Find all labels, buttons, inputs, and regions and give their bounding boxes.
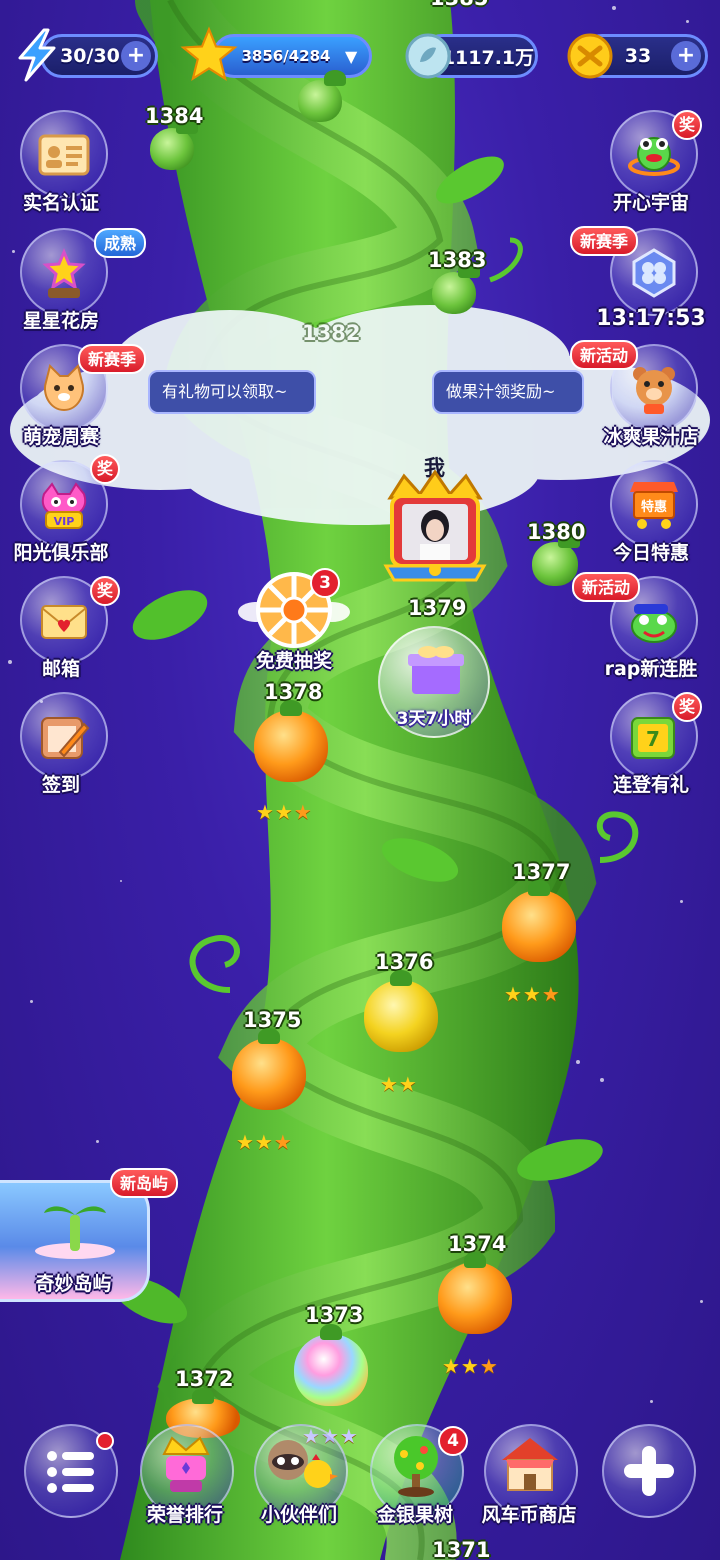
locked-gift-bubble[interactable]: 3天7小时 [378, 626, 490, 738]
level-node[interactable] [232, 1028, 306, 1110]
game-screen: 30/30 + 3856/4284 ▼ 1117.1万 33 + 1385 13… [0, 0, 720, 1560]
silver-coin-icon [405, 33, 451, 79]
menu-label: 实名认证 [22, 192, 99, 214]
star-icon [180, 26, 238, 81]
chevron-down-icon[interactable]: ▼ [345, 47, 369, 66]
mail-icon [41, 605, 87, 639]
plus-icon [624, 1446, 674, 1496]
level-node[interactable] [150, 118, 198, 170]
reward-badge: 奖 [672, 692, 702, 722]
flower-pot-icon [42, 248, 86, 298]
palm-island-icon [35, 1206, 115, 1259]
menu-label: 签到 [41, 774, 80, 796]
lottery-count-badge: 3 [310, 568, 340, 598]
level-stars: ★★★ [256, 800, 313, 824]
daily-deal-button[interactable]: 特惠 今日特惠 [596, 460, 706, 570]
lightning-icon [18, 28, 56, 82]
clover-emblem-icon [632, 248, 676, 298]
level-node[interactable] [502, 880, 576, 962]
shop-house-icon [502, 1438, 558, 1491]
lottery-label: 免费抽奖 [255, 650, 332, 672]
crown-trophy-icon [162, 1436, 210, 1492]
level-node[interactable] [438, 1252, 512, 1334]
menu-label: 阳光俱乐部 [13, 542, 109, 564]
calendar-seven-icon: 7 [631, 717, 675, 759]
gift-hint-bubble: 有礼物可以领取~ [148, 370, 316, 414]
gift-timer: 3天7小时 [396, 709, 472, 729]
ripe-badge: 成熟 [94, 228, 147, 258]
gift-box-icon [408, 646, 464, 694]
level-node[interactable] [294, 1324, 368, 1406]
island-label: 奇妙岛屿 [35, 1273, 112, 1295]
real-name-verify-button[interactable]: 实名认证 [6, 110, 116, 220]
new-season-badge: 新赛季 [570, 226, 639, 256]
player-avatar[interactable] [382, 469, 488, 584]
notification-dot [96, 1432, 114, 1450]
level-stars: ★★★ [236, 1130, 293, 1154]
wonder-island-button[interactable]: 奇妙岛屿 [0, 1180, 150, 1302]
menu-label: 今日特惠 [612, 542, 689, 564]
level-stars: ★★ [380, 1072, 418, 1096]
level-node[interactable] [532, 532, 580, 586]
juice-hint-bubble: 做果汁领奖励~ [432, 370, 584, 414]
level-number: 1385 [430, 0, 488, 10]
level-number: 1379 [408, 596, 467, 620]
friends-button[interactable]: 小伙伴们 [244, 1420, 354, 1530]
day-seven-text: 7 [646, 727, 660, 751]
reward-badge: 奖 [672, 110, 702, 140]
windmill-coin-shop-button[interactable]: 风车币商店 [474, 1420, 584, 1530]
menu-label: 开心宇宙 [612, 192, 689, 214]
bottom-label: 小伙伴们 [260, 1504, 337, 1526]
level-number: 1384 [145, 104, 204, 128]
vip-text: VIP [54, 515, 75, 528]
deal-sign-text: 特惠 [641, 499, 667, 515]
level-node[interactable] [364, 970, 438, 1052]
list-icon [47, 1451, 94, 1493]
check-in-button[interactable]: 签到 [6, 692, 116, 802]
new-event-badge: 新活动 [570, 340, 639, 370]
level-number: 1383 [428, 248, 487, 272]
add-gold-button[interactable]: + [671, 41, 701, 71]
menu-label: rap新连胜 [604, 658, 698, 680]
frog-rapper-icon [631, 604, 677, 643]
level-node[interactable] [298, 70, 346, 122]
add-button[interactable] [592, 1420, 702, 1530]
honor-ranking-button[interactable]: 荣誉排行 [130, 1420, 240, 1530]
level-node[interactable] [432, 262, 480, 314]
menu-label: 冰爽果汁店 [603, 426, 699, 448]
bottom-label: 风车币商店 [481, 1504, 577, 1526]
add-energy-button[interactable]: + [121, 41, 151, 71]
level-stars: ★★★ [504, 982, 561, 1006]
new-event-badge: 新活动 [572, 572, 641, 602]
new-island-badge: 新岛屿 [110, 1168, 179, 1198]
frog-planet-icon [628, 137, 680, 176]
id-card-icon [38, 134, 90, 176]
menu-label: 萌宠周赛 [22, 426, 99, 448]
level-node[interactable] [254, 700, 328, 782]
reward-badge: 奖 [90, 454, 120, 484]
vip-monster-icon: VIP [41, 482, 87, 529]
level-number: 1382 [302, 321, 361, 345]
menu-label: 连登有礼 [612, 774, 689, 796]
menu-label: 邮箱 [41, 658, 80, 680]
reward-badge: 奖 [90, 576, 120, 606]
new-season-badge: 新赛季 [78, 344, 147, 374]
menu-label: 星星花房 [22, 310, 99, 332]
bear-juice-icon [633, 367, 675, 414]
cat-icon [44, 364, 84, 412]
level-stars: ★★★ [442, 1354, 499, 1378]
calendar-pencil-icon [41, 717, 90, 759]
shop-stall-icon: 特惠 [630, 482, 678, 529]
level-number: 1371 [432, 1538, 491, 1560]
level-number: 1380 [527, 520, 586, 544]
gold-coin-icon [567, 33, 613, 79]
season-countdown: 13:17:53 [596, 306, 706, 331]
crown-frame-icon [383, 469, 487, 582]
raccoon-chicken-icon [268, 1440, 338, 1488]
tree-count-badge: 4 [438, 1426, 468, 1456]
